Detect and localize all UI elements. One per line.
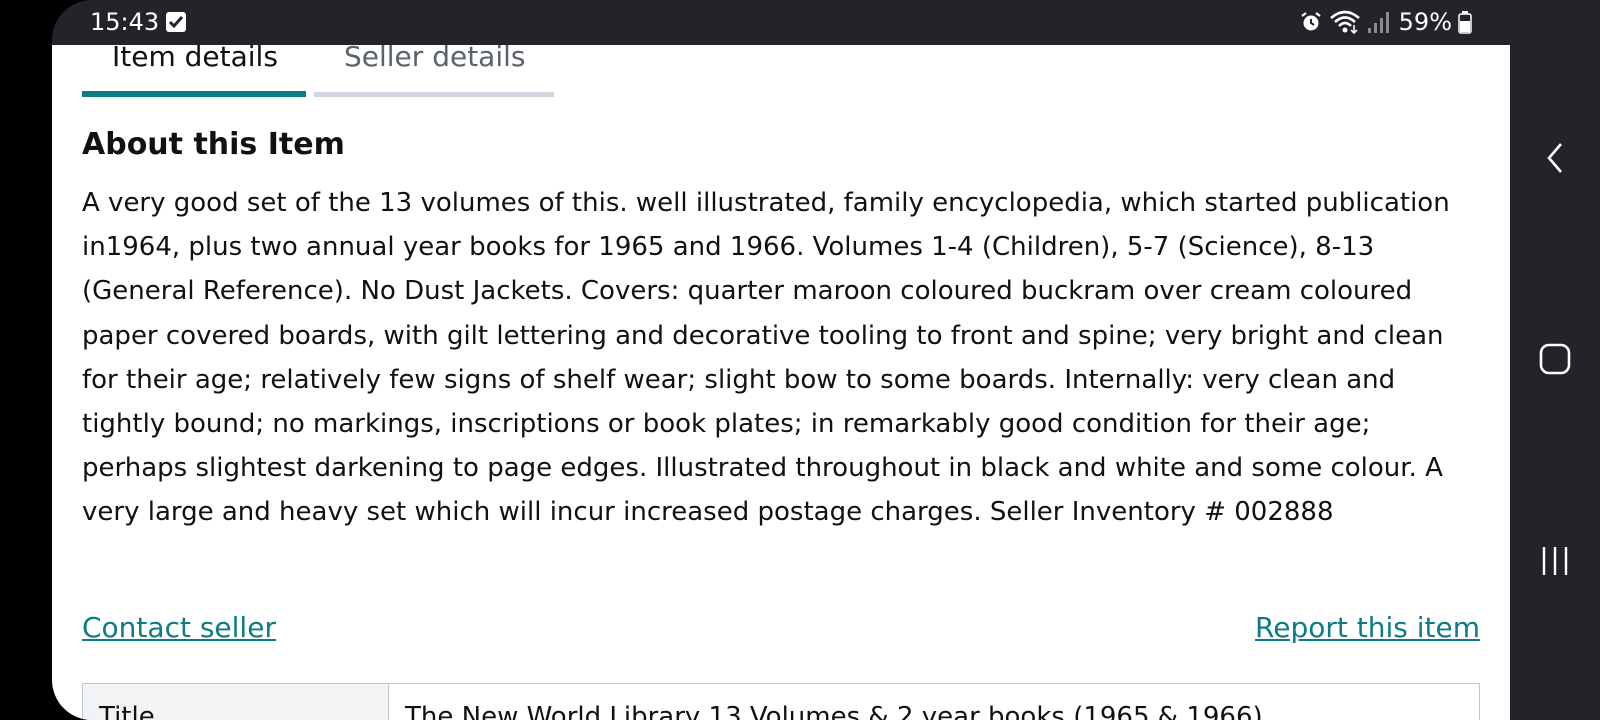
recent-apps-icon [1542,547,1568,575]
tab-item-details[interactable]: Item details [82,45,306,97]
battery-percent: 59% [1398,8,1452,36]
signal-icon [1367,10,1389,34]
back-chevron-icon [1547,143,1562,173]
item-description: A very good set of the 13 volumes of thi… [82,188,1450,528]
home-square-icon [1539,343,1571,375]
item-details-panel: Item details Seller details About this I… [52,45,1510,720]
checkbox-notification-icon [166,12,186,32]
about-heading: About this Item [82,127,345,162]
tab-seller-details[interactable]: Seller details [314,45,554,97]
table-row-label: Title [83,684,389,720]
alarm-icon [1299,10,1323,34]
battery-icon [1458,10,1472,34]
navigation-bar [1510,0,1600,720]
recent-apps-button[interactable] [1530,536,1580,586]
back-button[interactable] [1530,133,1580,183]
table-row-value: The New World Library 13 Volumes & 2 yea… [405,702,1263,720]
status-time: 15:43 [90,8,160,36]
report-item-link[interactable]: Report this item [1255,611,1480,644]
status-icons: 59% [1299,8,1472,36]
home-button[interactable] [1530,334,1580,384]
status-bar: 15:43 59% [52,0,1510,45]
wifi-icon [1329,9,1361,35]
contact-seller-link[interactable]: Contact seller [82,611,276,644]
details-table: Title The New World Library 13 Volumes &… [82,683,1480,720]
